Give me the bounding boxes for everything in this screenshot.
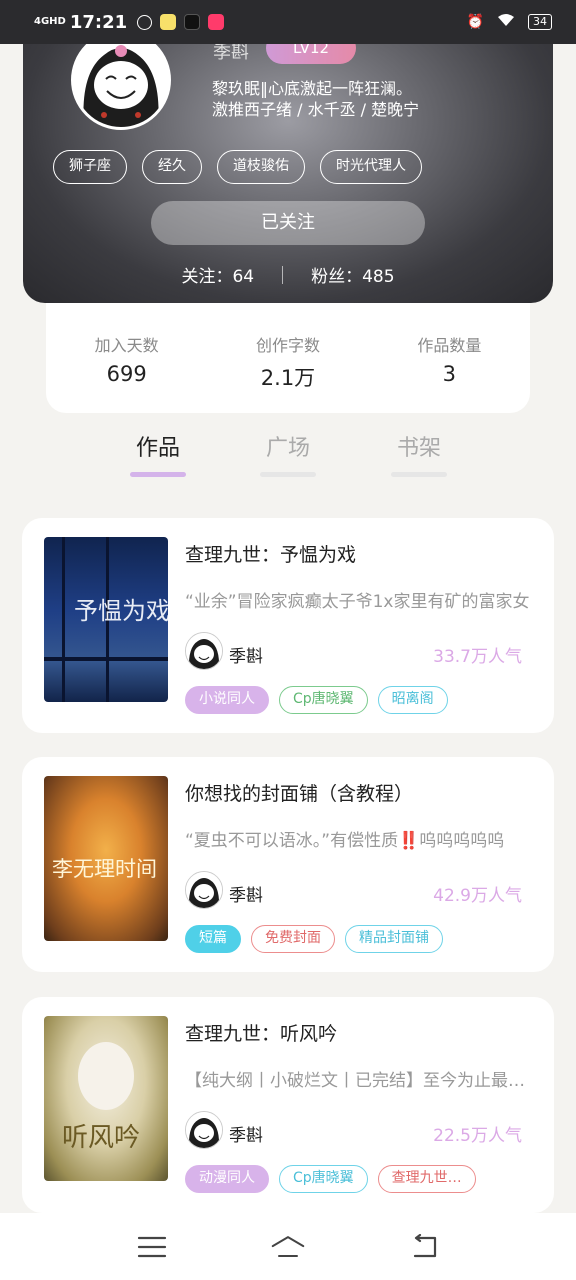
stat-value: 2.1万 bbox=[260, 366, 316, 390]
work-title[interactable]: 你想找的封面铺（含教程） bbox=[185, 779, 413, 806]
notes-app-icon bbox=[160, 14, 177, 30]
bio-line: 黎玖眠‖心底激起一阵狂澜。 bbox=[212, 79, 413, 98]
popularity: 22.5万人气 bbox=[433, 1126, 522, 1146]
system-nav-bar bbox=[0, 1213, 576, 1280]
work-card[interactable]: 李无理时间 你想找的封面铺（含教程） “夏虫不可以语冰。”有偿性质‼️呜呜呜呜呜… bbox=[22, 757, 554, 972]
shopping-app-icon bbox=[208, 14, 225, 30]
profile-tag[interactable]: 时光代理人 bbox=[320, 150, 422, 184]
fans-count[interactable]: 粉丝：485 bbox=[311, 262, 394, 287]
book-cover[interactable]: 听风吟 bbox=[44, 1016, 168, 1181]
bio-line: 激推西子绪 / 水千丞 / 楚晚宁 bbox=[212, 100, 420, 119]
author-avatar[interactable] bbox=[185, 1111, 223, 1149]
stat-value: 3 bbox=[442, 362, 456, 386]
author-avatar[interactable] bbox=[185, 632, 223, 670]
work-tag[interactable]: Cp唐晓翼 bbox=[279, 1165, 368, 1193]
work-tag[interactable]: 查理九世… bbox=[377, 1165, 476, 1193]
tab-label: 广场 bbox=[265, 436, 310, 461]
cover-title: 李无理时间 bbox=[52, 857, 157, 881]
stat-label: 加入天数 bbox=[94, 336, 159, 355]
tab-label: 书架 bbox=[396, 436, 441, 461]
tiktok-icon bbox=[184, 14, 201, 30]
author-avatar[interactable] bbox=[185, 871, 223, 909]
battery-indicator: 34 bbox=[528, 14, 552, 30]
work-tags: 动漫同人 Cp唐晓翼 查理九世… bbox=[185, 1165, 476, 1193]
tab-label: 作品 bbox=[135, 436, 180, 461]
tab-underline bbox=[130, 472, 186, 477]
stats-card: 加入天数 699 创作字数 2.1万 作品数量 3 bbox=[46, 290, 530, 413]
stat-label: 作品数量 bbox=[417, 336, 482, 355]
work-tag[interactable]: 小说同人 bbox=[185, 686, 269, 714]
status-time: 17:21 bbox=[69, 11, 128, 33]
stat-join-days: 加入天数 699 bbox=[46, 332, 207, 413]
work-description: 【纯大纲丨小破烂文丨已完结】至今为止最满意的 bbox=[185, 1071, 535, 1091]
work-tag[interactable]: 动漫同人 bbox=[185, 1165, 269, 1193]
popularity: 42.9万人气 bbox=[433, 886, 522, 906]
notification-icon bbox=[137, 14, 153, 30]
work-tags: 小说同人 Cp唐晓翼 昭离阁 bbox=[185, 686, 448, 714]
tab-square[interactable]: 广场 bbox=[248, 430, 328, 477]
tab-bookshelf[interactable]: 书架 bbox=[379, 430, 459, 477]
stat-word-count: 创作字数 2.1万 bbox=[207, 332, 368, 413]
profile-header: 季斟 LV12 黎玖眠‖心底激起一阵狂澜。 激推西子绪 / 水千丞 / 楚晚宁 … bbox=[23, 0, 553, 303]
work-tag[interactable]: 昭离阁 bbox=[377, 686, 448, 714]
follow-counts: 关注：64 粉丝：485 bbox=[23, 262, 553, 287]
stat-works-count: 作品数量 3 bbox=[369, 332, 530, 413]
work-description: “业余”冒险家疯癫太子爷1x家里有矿的富家女 bbox=[185, 592, 530, 612]
work-card[interactable]: 听风吟 查理九世：听风吟 【纯大纲丨小破烂文丨已完结】至今为止最满意的 季斟 2… bbox=[22, 997, 554, 1213]
follow-button[interactable]: 已关注 bbox=[151, 201, 425, 245]
status-bar: 4GHD 17:21 ⏰ 34 bbox=[0, 0, 576, 44]
following-count[interactable]: 关注：64 bbox=[181, 262, 254, 287]
book-cover[interactable]: 予愠为戏 bbox=[44, 537, 168, 702]
work-card[interactable]: 予愠为戏 查理九世：予愠为戏 “业余”冒险家疯癫太子爷1x家里有矿的富家女 季斟… bbox=[22, 518, 554, 733]
back-icon[interactable] bbox=[406, 1229, 442, 1265]
profile-tag[interactable]: 狮子座 bbox=[53, 150, 127, 184]
work-tag[interactable]: 精品封面铺 bbox=[345, 925, 443, 953]
stat-label: 创作字数 bbox=[255, 336, 320, 355]
tab-works[interactable]: 作品 bbox=[118, 430, 198, 477]
content-tabs: 作品 广场 书架 bbox=[0, 430, 576, 490]
work-tag[interactable]: 短篇 bbox=[185, 925, 241, 953]
book-cover[interactable]: 李无理时间 bbox=[44, 776, 168, 941]
author-name[interactable]: 季斟 bbox=[229, 881, 263, 906]
work-tag[interactable]: 免费封面 bbox=[251, 925, 335, 953]
menu-icon[interactable] bbox=[134, 1229, 170, 1265]
author-name[interactable]: 季斟 bbox=[229, 642, 263, 667]
work-tag[interactable]: Cp唐晓翼 bbox=[279, 686, 368, 714]
divider bbox=[282, 265, 284, 284]
work-title[interactable]: 查理九世：予愠为戏 bbox=[185, 540, 356, 567]
stat-value: 699 bbox=[106, 362, 147, 386]
work-title[interactable]: 查理九世：听风吟 bbox=[185, 1019, 337, 1046]
wifi-icon bbox=[496, 12, 516, 32]
profile-tag[interactable]: 道枝骏佑 bbox=[217, 150, 305, 184]
work-description: “夏虫不可以语冰。”有偿性质‼️呜呜呜呜呜 bbox=[185, 831, 505, 851]
author-name[interactable]: 季斟 bbox=[229, 1121, 263, 1146]
home-icon[interactable] bbox=[270, 1229, 306, 1265]
tab-underline bbox=[260, 472, 316, 477]
profile-tags: 狮子座 经久 道枝骏佑 时光代理人 bbox=[53, 150, 422, 184]
popularity: 33.7万人气 bbox=[433, 647, 522, 667]
tab-underline bbox=[391, 472, 447, 477]
avatar[interactable] bbox=[71, 30, 171, 130]
profile-tag[interactable]: 经久 bbox=[142, 150, 202, 184]
alarm-icon: ⏰ bbox=[466, 14, 484, 30]
cover-title: 听风吟 bbox=[62, 1123, 140, 1153]
cover-title: 予愠为戏 bbox=[74, 597, 168, 625]
work-tags: 短篇 免费封面 精品封面铺 bbox=[185, 925, 443, 953]
bio: 黎玖眠‖心底激起一阵狂澜。 激推西子绪 / 水千丞 / 楚晚宁 bbox=[212, 78, 419, 120]
network-indicator: 4GHD bbox=[34, 16, 66, 27]
